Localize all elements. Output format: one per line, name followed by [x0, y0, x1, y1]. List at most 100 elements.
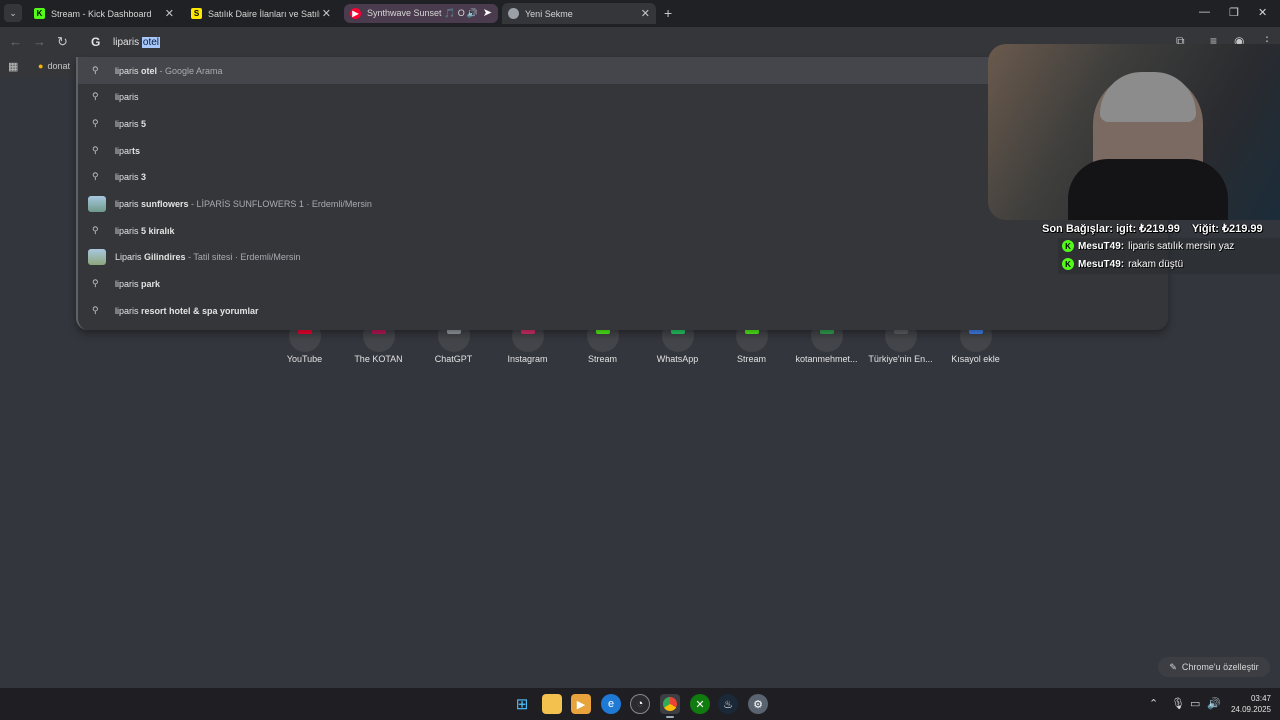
address-typed-text: liparis	[113, 37, 142, 48]
bookmark-label: donat	[47, 61, 70, 71]
kick-icon: K	[34, 8, 45, 19]
settings-icon[interactable]: ⚙	[748, 694, 768, 714]
suggestion-completion: 3	[141, 171, 147, 182]
tab-search-button[interactable]: ⌄	[4, 4, 22, 22]
address-bar[interactable]: liparis otel	[113, 37, 161, 48]
bookmark-favicon: ●	[38, 61, 44, 71]
chat-text: rakam düştü	[1128, 258, 1184, 270]
suggestion-completion: 5	[141, 118, 147, 129]
suggestion-query: liparis	[115, 305, 142, 316]
reload-icon[interactable]: ↻	[57, 34, 68, 50]
suggestion-description: - Google Arama	[157, 65, 223, 76]
suggestion-query: liparis	[115, 171, 142, 182]
tab-sahibinden[interactable]: S Satılık Daire İlanları ve Satılık Ev ✕	[185, 3, 337, 24]
close-window-button[interactable]: ✕	[1258, 6, 1267, 19]
kick-icon: K	[1062, 240, 1074, 252]
bookmark-item[interactable]: ● donat	[38, 61, 70, 71]
suggestion-query: Liparis	[115, 251, 145, 262]
suggestion-completion: sunflowers	[141, 198, 189, 209]
media-player-icon[interactable]: ▶	[571, 694, 591, 714]
tab-strip: ⌄ K Stream - Kick Dashboard ✕ S Satılık …	[0, 0, 1280, 27]
new-tab-button[interactable]: +	[664, 5, 672, 21]
shortcut-label: WhatsApp	[656, 354, 699, 364]
shortcut-label: Türkiye'nin En...	[868, 354, 933, 364]
customize-label: Chrome'u özelleştir	[1181, 662, 1259, 672]
close-icon[interactable]: ✕	[641, 7, 650, 20]
obs-icon[interactable]: ◔	[630, 694, 650, 714]
shortcut-label: kotanmehmet...	[795, 354, 858, 364]
suggestion-text: Liparis Gilindires - Tatil sitesi · Erde…	[115, 252, 300, 262]
search-icon: ⚲	[92, 278, 99, 288]
suggestion-completion: resort hotel & spa yorumlar	[141, 305, 259, 316]
suggestion-row[interactable]: ⚲ liparis park	[78, 270, 1168, 297]
shortcut-label: Instagram	[507, 354, 548, 364]
search-icon: ⚲	[92, 225, 99, 235]
sahibinden-icon: S	[191, 8, 202, 19]
recent-donations: Son Bağışlar: igit: ₺219.99 Yiğit: ₺219.…	[1042, 223, 1263, 235]
suggestion-text: liparis sunflowers - LİPARİS SUNFLOWERS …	[115, 199, 372, 209]
tab-kick-dashboard[interactable]: K Stream - Kick Dashboard ✕	[28, 3, 180, 24]
clock-time: 03:47	[1250, 694, 1271, 703]
speaker-icon[interactable]: 🔊	[467, 8, 478, 19]
suggestion-query: liparis	[115, 278, 142, 289]
customize-chrome-button[interactable]: ✎ Chrome'u özelleştir	[1158, 657, 1270, 677]
shortcut-label: The KOTAN	[354, 354, 403, 364]
suggestion-row[interactable]: ⚲ liparis 5 kiralık	[78, 217, 1168, 244]
chat-username: MesuT49:	[1078, 258, 1125, 270]
back-arrow-icon[interactable]: ←	[9, 34, 22, 49]
tab-youtube-playing[interactable]: ▶ Synthwave Sunset 🎵 Oyun 🔊 ➤	[344, 4, 498, 23]
restore-button[interactable]: ❐	[1229, 6, 1239, 19]
suggestion-completion: park	[141, 278, 161, 289]
chat-message: K MesuT49: liparis satılık mersin yaz	[1062, 240, 1234, 252]
close-icon[interactable]: ✕	[322, 7, 331, 20]
shortcut-label: Stream	[736, 354, 766, 364]
shortcut-label: Kısayol ekle	[951, 354, 1000, 364]
search-icon: ⚲	[92, 65, 99, 75]
kick-icon: K	[1062, 258, 1074, 270]
system-clock[interactable]: 03:47 24.09.2025	[1225, 693, 1271, 715]
chat-username: MesuT49:	[1078, 240, 1125, 252]
tab-title: Stream - Kick Dashboard	[51, 8, 152, 19]
search-icon: ⚲	[92, 145, 99, 155]
minimize-button[interactable]: —	[1199, 6, 1210, 18]
plus-icon: +	[664, 5, 673, 21]
suggestion-query: liparis	[115, 118, 142, 129]
clock-date: 24.09.2025	[1230, 705, 1271, 714]
place-thumbnail	[88, 248, 106, 265]
suggestion-completion: ts	[132, 145, 141, 156]
close-icon[interactable]: ✕	[165, 7, 174, 20]
suggestion-query: liparis	[115, 198, 142, 209]
file-explorer-icon[interactable]	[542, 694, 562, 714]
xbox-icon[interactable]: ✕	[690, 694, 710, 714]
search-icon: ⚲	[92, 91, 99, 101]
microphone-icon[interactable]: 🎙	[1171, 697, 1185, 710]
edge-icon[interactable]: e	[601, 694, 621, 714]
network-icon[interactable]: ▭	[1190, 697, 1200, 710]
chrome-icon[interactable]	[660, 694, 680, 718]
forward-arrow-icon[interactable]: →	[33, 34, 46, 49]
suggestion-completion: otel	[141, 65, 158, 76]
shortcut-label: YouTube	[286, 354, 323, 364]
suggestion-query: liparis	[115, 91, 139, 102]
suggestion-query: lipar	[115, 145, 133, 156]
tab-title: Yeni Sekme	[525, 8, 573, 19]
place-thumbnail	[88, 195, 106, 212]
steam-icon[interactable]: ♨	[718, 694, 738, 714]
tab-new-tab[interactable]: Yeni Sekme ✕	[502, 3, 656, 24]
suggestion-description: - LİPARİS SUNFLOWERS 1 · Erdemli/Mersin	[188, 198, 372, 209]
windows-start-icon[interactable]: ⊞	[512, 694, 532, 714]
chevron-up-icon[interactable]: ⌃	[1149, 697, 1158, 710]
speaker-icon[interactable]: 🔊	[1207, 697, 1221, 710]
search-icon: ⚲	[92, 171, 99, 181]
apps-grid-icon[interactable]: ▦	[8, 60, 18, 73]
windows-taskbar: ⊞ ▶ e ◔ ✕ ♨ ⚙ ⌃ 🎙 ▭ 🔊 03:47 24.09.2025	[0, 688, 1280, 720]
mouse-cursor-icon: ➤	[482, 7, 492, 19]
suggestion-row[interactable]: Liparis Gilindires - Tatil sitesi · Erde…	[78, 243, 1168, 270]
search-icon: ⚲	[92, 118, 99, 128]
suggestion-description: - Tatil sitesi · Erdemli/Mersin	[185, 251, 301, 262]
webcam-overlay	[988, 44, 1280, 220]
suggestion-text: liparis otel - Google Arama	[115, 66, 223, 76]
suggestion-row[interactable]: ⚲ liparis resort hotel & spa yorumlar	[78, 297, 1168, 324]
google-logo-icon: G	[91, 35, 101, 49]
suggestion-text: liparis	[115, 92, 139, 102]
